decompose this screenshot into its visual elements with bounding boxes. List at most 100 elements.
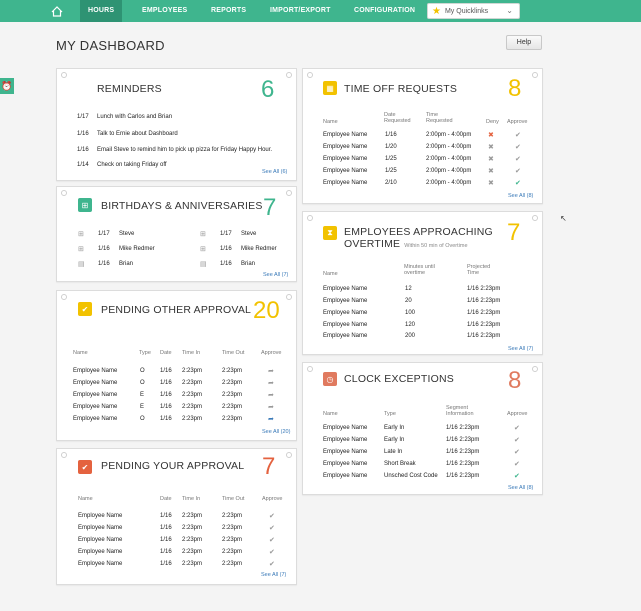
birthdays-see-all-link[interactable]: See All (7) bbox=[263, 272, 288, 278]
reminder-date: 1/17 bbox=[77, 114, 89, 120]
gift-icon: ⊞ bbox=[78, 198, 92, 212]
nav-tab-reports[interactable]: Reports bbox=[211, 0, 246, 22]
nav-tab-hours[interactable]: Hours bbox=[80, 0, 123, 22]
approve-check-icon[interactable]: ✔ bbox=[515, 131, 521, 139]
reminder-text[interactable]: Check on taking Friday off bbox=[97, 162, 167, 168]
row-name: Employee Name bbox=[73, 368, 118, 374]
settings-icon[interactable] bbox=[286, 452, 292, 458]
row-time: 2:00pm - 4:00pm bbox=[426, 132, 472, 138]
row-segment: 1/16 2:23pm bbox=[446, 425, 480, 431]
reminders-see-all-link[interactable]: See All (6) bbox=[262, 169, 287, 175]
row-name: Employee Name bbox=[323, 333, 368, 339]
approve-check-icon[interactable]: ✔ bbox=[269, 512, 275, 520]
nav-tab-configuration[interactable]: Configuration bbox=[354, 0, 415, 22]
overtime-see-all-link[interactable]: See All (7) bbox=[508, 346, 533, 352]
clock-exceptions-title: CLOCK EXCEPTIONS bbox=[344, 373, 454, 385]
time-off-requests-card: ▦ TIME OFF REQUESTS 8 See All (8) Name Da… bbox=[302, 68, 543, 204]
row-time: 2:00pm - 4:00pm bbox=[426, 168, 472, 174]
drag-handle-icon[interactable] bbox=[61, 294, 67, 300]
row-projected-time: 1/16 2:23pm bbox=[467, 333, 501, 339]
approve-check-icon[interactable]: ✔ bbox=[269, 536, 275, 544]
deny-x-icon[interactable]: ✖ bbox=[488, 143, 494, 151]
column-header: Time In bbox=[182, 496, 201, 502]
row-time-in: 2:23pm bbox=[182, 537, 203, 543]
approve-check-icon[interactable]: ✔ bbox=[269, 548, 275, 556]
settings-icon[interactable] bbox=[286, 294, 292, 300]
birthday-date: 1/16 bbox=[220, 261, 232, 267]
approve-check-icon[interactable]: ✔ bbox=[514, 472, 520, 480]
forward-arrow-icon[interactable]: ➦ bbox=[268, 379, 274, 387]
row-type: O bbox=[140, 368, 145, 374]
approve-check-icon[interactable]: ✔ bbox=[269, 524, 275, 532]
row-time-in: 2:23pm bbox=[182, 549, 203, 555]
approve-check-icon[interactable]: ✔ bbox=[515, 167, 521, 175]
pending-your-see-all-link[interactable]: See All (7) bbox=[261, 572, 286, 578]
hourglass-icon: ⧗ bbox=[323, 226, 337, 240]
forward-arrow-icon[interactable]: ➦ bbox=[268, 403, 274, 411]
birthdays-card: ⊞ BIRTHDAYS & ANNIVERSARIES 7 See All (7… bbox=[56, 186, 297, 282]
drag-handle-icon[interactable] bbox=[61, 452, 67, 458]
approve-check-icon[interactable]: ✔ bbox=[269, 560, 275, 568]
reminder-date: 1/16 bbox=[77, 131, 89, 137]
row-time-in: 2:23pm bbox=[182, 525, 203, 531]
nav-tab-employees[interactable]: Employees bbox=[142, 0, 187, 22]
drag-handle-icon[interactable] bbox=[307, 215, 313, 221]
approve-check-icon[interactable]: ✔ bbox=[514, 460, 520, 468]
quicklinks-dropdown[interactable]: ★ My Quicklinks ⌄ bbox=[427, 3, 520, 19]
birthday-name: Steve bbox=[119, 231, 135, 237]
row-date: 1/16 bbox=[160, 404, 172, 410]
row-date: 1/16 bbox=[160, 513, 172, 519]
birthday-name: Brian bbox=[241, 261, 256, 267]
drag-handle-icon[interactable] bbox=[61, 72, 67, 78]
column-header: Time In bbox=[182, 350, 201, 356]
forward-arrow-icon[interactable]: ➦ bbox=[268, 415, 274, 423]
drag-handle-icon[interactable] bbox=[61, 190, 67, 196]
deny-x-icon[interactable]: ✖ bbox=[488, 167, 494, 175]
row-time-in: 2:23pm bbox=[182, 392, 203, 398]
nav-tab-import-export[interactable]: Import/Export bbox=[270, 0, 331, 22]
settings-icon[interactable] bbox=[532, 366, 538, 372]
forward-arrow-icon[interactable]: ➦ bbox=[268, 391, 274, 399]
settings-icon[interactable] bbox=[286, 190, 292, 196]
row-projected-time: 1/16 2:23pm bbox=[467, 286, 501, 292]
settings-icon[interactable] bbox=[532, 72, 538, 78]
approve-check-icon[interactable]: ✔ bbox=[514, 448, 520, 456]
row-time-out: 2:23pm bbox=[222, 525, 243, 531]
overtime-card: ⧗ EMPLOYEES APPROACHING OVERTIME Within 50… bbox=[302, 211, 543, 355]
reminder-text[interactable]: Email Steve to remind him to pick up piz… bbox=[97, 147, 272, 153]
column-header-name: Name bbox=[323, 411, 338, 417]
drag-handle-icon[interactable] bbox=[307, 366, 313, 372]
column-header-projected: Projected Time bbox=[467, 264, 491, 276]
reminders-title: REMINDERS bbox=[97, 83, 162, 95]
quicklinks-label: My Quicklinks bbox=[444, 7, 489, 15]
deny-x-icon[interactable]: ✖ bbox=[488, 131, 494, 139]
deny-x-icon[interactable]: ✖ bbox=[488, 155, 494, 163]
row-segment: 1/16 2:23pm bbox=[446, 461, 480, 467]
time-off-see-all-link[interactable]: See All (8) bbox=[508, 193, 533, 199]
row-projected-time: 1/16 2:23pm bbox=[467, 298, 501, 304]
forward-arrow-icon[interactable]: ➦ bbox=[268, 367, 274, 375]
approve-check-icon[interactable]: ✔ bbox=[515, 155, 521, 163]
reminders-count: 6 bbox=[261, 76, 275, 103]
reminder-text[interactable]: Talk to Ernie about Dashboard bbox=[97, 131, 178, 137]
clock-icon[interactable]: ⏰ bbox=[0, 78, 14, 94]
pending-other-see-all-link[interactable]: See All (20) bbox=[262, 429, 290, 435]
row-date: 1/16 bbox=[160, 368, 172, 374]
row-time-out: 2:23pm bbox=[222, 380, 243, 386]
column-header: Approve bbox=[262, 496, 283, 502]
column-header: Time Out bbox=[222, 496, 245, 502]
reminder-text[interactable]: Lunch with Carlos and Brian bbox=[97, 114, 172, 120]
settings-icon[interactable] bbox=[286, 72, 292, 78]
approve-check-icon[interactable]: ✔ bbox=[515, 179, 521, 187]
home-icon[interactable] bbox=[46, 0, 68, 22]
drag-handle-icon[interactable] bbox=[307, 72, 313, 78]
approve-check-icon[interactable]: ✔ bbox=[514, 436, 520, 444]
clock-exceptions-card: ◷ CLOCK EXCEPTIONS 8 See All (8) Name Typ… bbox=[302, 362, 543, 495]
clock-exceptions-see-all-link[interactable]: See All (8) bbox=[508, 485, 533, 491]
approve-check-icon[interactable]: ✔ bbox=[514, 424, 520, 432]
column-header: Date bbox=[160, 350, 172, 356]
deny-x-icon[interactable]: ✖ bbox=[488, 179, 494, 187]
approve-check-icon[interactable]: ✔ bbox=[515, 143, 521, 151]
help-button[interactable]: Help bbox=[506, 35, 542, 50]
settings-icon[interactable] bbox=[532, 215, 538, 221]
